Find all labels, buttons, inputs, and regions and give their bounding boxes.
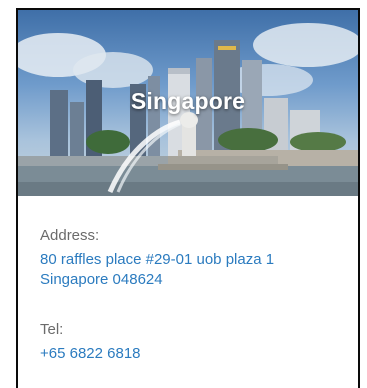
- address-value[interactable]: 80 raffles place #29-01 uob plaza 1 Sing…: [40, 250, 336, 290]
- card-body: Address: 80 raffles place #29-01 uob pla…: [18, 196, 358, 364]
- office-card: Singapore Address: 80 raffles place #29-…: [16, 8, 360, 388]
- address-line1[interactable]: 80 raffles place #29-01 uob plaza 1: [40, 251, 274, 268]
- tel-block: Tel: +65 6822 6818: [40, 320, 336, 364]
- city-title: Singapore: [130, 88, 246, 114]
- address-block: Address: 80 raffles place #29-01 uob pla…: [40, 226, 336, 290]
- tel-label: Tel:: [40, 321, 64, 338]
- phone-link[interactable]: +65 6822 6818: [40, 345, 141, 362]
- address-label: Address:: [40, 227, 100, 244]
- address-line2[interactable]: Singapore 048624: [40, 271, 163, 288]
- city-photo: Singapore: [18, 10, 358, 196]
- tel-value[interactable]: +65 6822 6818: [40, 344, 336, 364]
